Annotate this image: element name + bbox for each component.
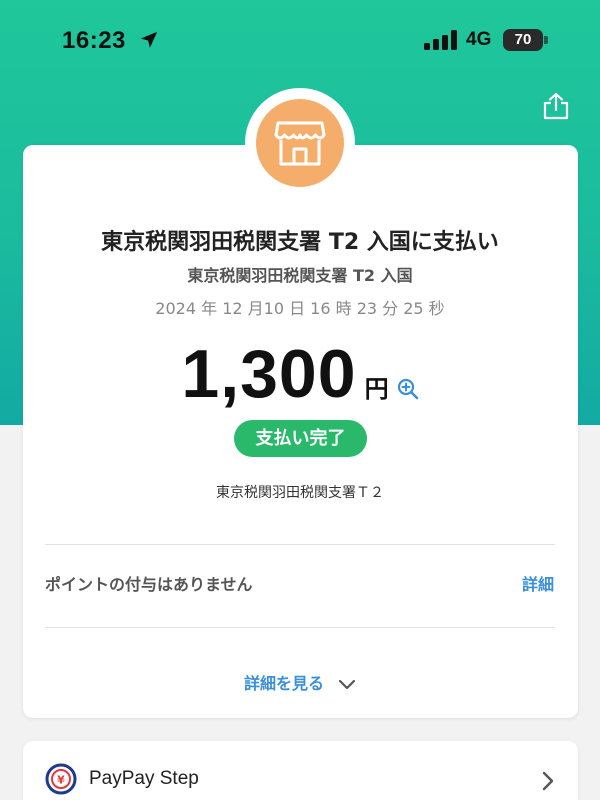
merchant-title: 東京税関羽田税関支署 T2 入国に支払い <box>101 230 499 255</box>
payment-detail-screen: 16:23 4G 70 東京税関羽田税関支署 T2 入国に支払い 東京税関羽田税… <box>0 0 600 800</box>
network-type: 4G <box>466 29 492 50</box>
share-icon[interactable] <box>541 91 571 121</box>
battery-level: 70 <box>514 31 532 48</box>
terminal-name: 東京税関羽田税関支署Ｔ２ <box>216 485 384 501</box>
battery-icon: 70 <box>503 29 549 51</box>
amount-value: 1,300 <box>181 336 357 412</box>
status-badge: 支払い完了 <box>234 420 367 457</box>
svg-text:¥: ¥ <box>57 774 65 787</box>
store-avatar <box>256 99 344 187</box>
status-time: 16:23 <box>62 27 126 54</box>
paypay-step-icon: ¥ <box>45 763 77 795</box>
points-label: ポイントの付与はありません <box>45 575 253 594</box>
battery-cap <box>544 36 548 44</box>
payment-datetime: 2024 年 12 月10 日 16 時 23 分 25 秒 <box>155 299 445 318</box>
see-details-label: 詳細を見る <box>243 674 324 693</box>
paypay-step-label: PayPay Step <box>89 768 199 789</box>
divider <box>45 544 555 545</box>
see-details-button[interactable]: 詳細を見る <box>0 670 600 694</box>
location-arrow-icon <box>140 31 158 48</box>
store-icon <box>274 121 326 166</box>
chevron-down-icon <box>338 679 356 689</box>
points-detail-link[interactable]: 詳細 <box>522 571 554 595</box>
merchant-subtitle: 東京税関羽田税関支署 T2 入国 <box>187 266 413 285</box>
divider <box>45 627 555 628</box>
amount-row: 1,300 円 <box>0 335 600 412</box>
zoom-in-icon[interactable] <box>397 378 419 400</box>
status-bar: 16:23 4G 70 <box>0 0 600 80</box>
amount-currency: 円 <box>364 375 389 403</box>
chevron-right-icon[interactable] <box>541 770 555 792</box>
signal-bars-icon <box>424 30 457 50</box>
